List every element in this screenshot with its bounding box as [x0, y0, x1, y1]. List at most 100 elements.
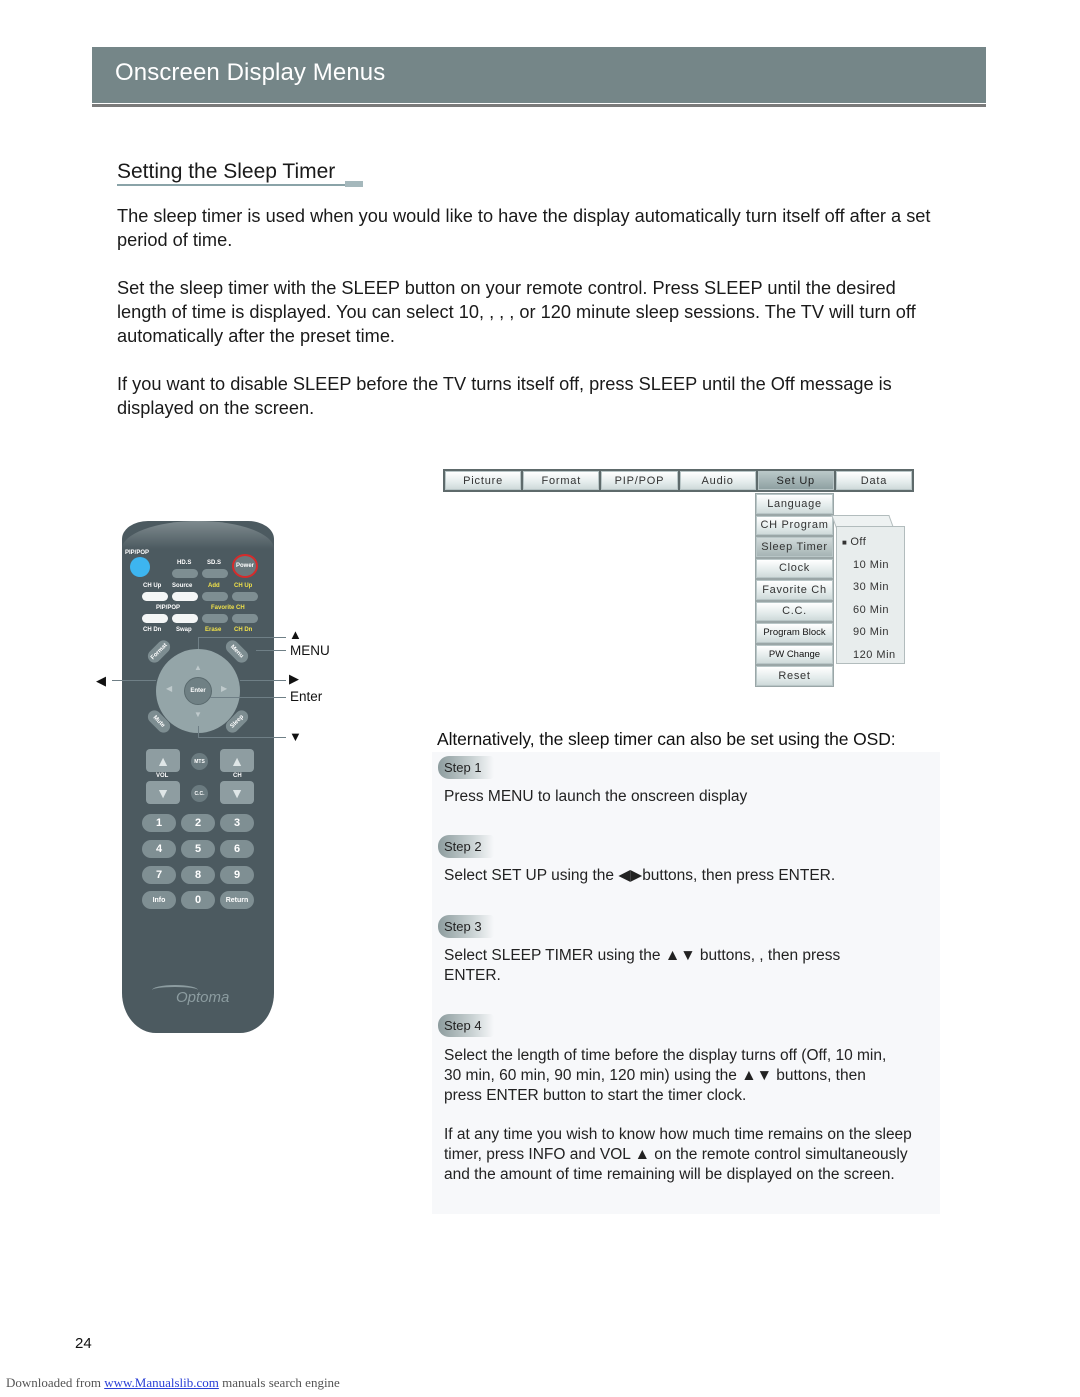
ch-up-2-button[interactable] [232, 592, 258, 601]
osd-item-clock[interactable]: Clock [756, 558, 833, 578]
sleep-option-120[interactable]: 120 Min [837, 644, 904, 667]
step-3-text-start: Select SLEEP TIMER using the [444, 947, 665, 964]
sleep-option-off[interactable]: ■ Off [837, 531, 904, 554]
num-4-button[interactable]: 4 [142, 840, 176, 858]
num-3-button[interactable]: 3 [220, 814, 254, 832]
step-3-badge: Step 3 [438, 915, 494, 938]
up-arrow-icon: ▲ [634, 1146, 650, 1163]
dpad-right-button[interactable]: ▶ [221, 684, 233, 696]
manualslib-link[interactable]: www.Manualslib.com [104, 1375, 219, 1390]
label-enter: Enter [190, 688, 206, 694]
erase-button[interactable] [202, 614, 228, 623]
callout-line-down [198, 737, 286, 738]
ch-dn-2-button[interactable] [232, 614, 258, 623]
page-number: 24 [75, 1335, 92, 1352]
callout-enter-label: Enter [290, 689, 323, 704]
ch-up-button[interactable] [142, 592, 168, 601]
osd-tab-audio[interactable]: Audio [679, 471, 756, 490]
dpad-down-button[interactable]: ▼ [184, 710, 212, 720]
paragraph-set-timer: Set the sleep timer with the SLEEP butto… [117, 278, 916, 346]
header-divider [92, 104, 986, 107]
step-1-badge: Step 1 [438, 756, 494, 779]
callout-line-left [112, 680, 156, 681]
osd-tab-format[interactable]: Format [523, 471, 600, 490]
pip-pop-button[interactable] [130, 557, 150, 577]
add-button[interactable] [202, 592, 228, 601]
sleep-option-30[interactable]: 30 Min [837, 576, 904, 599]
osd-item-favorite-ch[interactable]: Favorite Ch [756, 580, 833, 600]
num-6-button[interactable]: 6 [220, 840, 254, 858]
mts-button[interactable]: MTS [191, 753, 208, 770]
right-arrow-icon: ▶ [289, 671, 299, 686]
sds-button[interactable] [202, 569, 228, 578]
footer-suffix: manuals search engine [218, 1375, 340, 1390]
label-sds: SD.S [207, 560, 222, 566]
num-8-button[interactable]: 8 [181, 866, 215, 884]
cc-button[interactable]: C.C. [191, 785, 208, 802]
num-0-button[interactable]: 0 [181, 891, 215, 909]
callout-line-right [240, 680, 286, 681]
step-3-text: Select SLEEP TIMER using the ▲▼ buttons,… [444, 946, 884, 986]
num-5-button[interactable]: 5 [181, 840, 215, 858]
source-button[interactable] [172, 592, 198, 601]
brand-logo: Optoma [176, 989, 230, 1006]
step-4-text: Select the length of time before the dis… [444, 1046, 904, 1106]
sleep-option-60[interactable]: 60 Min [837, 599, 904, 622]
vol-down-button[interactable]: ▼ [146, 781, 180, 804]
sleep-option-10[interactable]: 10 Min [837, 554, 904, 577]
left-right-arrows-icon: ◀▶ [618, 867, 643, 884]
label-swap: Swap [176, 627, 192, 633]
label-power: Power [236, 563, 255, 569]
callout-line-enter [210, 697, 286, 698]
label-ch-up-1: CH Up [143, 583, 162, 589]
label-pip-pop: PIP/POP [125, 550, 150, 556]
osd-item-reset[interactable]: Reset [756, 666, 833, 686]
enter-button[interactable]: Enter [184, 677, 212, 705]
info-button[interactable]: Info [142, 891, 176, 909]
step-2-badge: Step 2 [438, 835, 494, 858]
step-4-badge: Step 4 [438, 1014, 494, 1037]
osd-item-cc[interactable]: C.C. [756, 601, 833, 621]
section-title: Setting the Sleep Timer [117, 160, 336, 183]
osd-tab-setup[interactable]: Set Up [757, 471, 834, 490]
vol-up-button[interactable]: ▲ [146, 749, 180, 772]
ch-down-arrow-button[interactable]: ▼ [220, 781, 254, 804]
label-vol: VOL [156, 773, 169, 779]
osd-tab-pip-pop[interactable]: PIP/POP [601, 471, 678, 490]
pip-pop-2-button[interactable] [142, 614, 168, 623]
step-2-text: Select SET UP using the ◀▶buttons, then … [444, 866, 914, 886]
paragraph-intro: The sleep timer is used when you would l… [117, 206, 931, 250]
osd-item-program-block[interactable]: Program Block [756, 623, 833, 643]
dpad-left-button[interactable]: ◀ [166, 684, 178, 696]
osd-item-language[interactable]: Language [756, 494, 833, 514]
section-underline-tab [345, 181, 363, 187]
swap-button[interactable] [172, 614, 198, 623]
download-footer: Downloaded from www.Manualslib.com manua… [6, 1375, 340, 1391]
hds-button[interactable] [172, 569, 198, 578]
label-ch-dn-2: CH Dn [234, 627, 253, 633]
osd-steps-heading: Alternatively, the sleep timer can also … [437, 729, 896, 749]
up-arrow-icon: ▲ [289, 627, 302, 642]
ch-up-arrow-button[interactable]: ▲ [220, 749, 254, 772]
step-2-text-start: Select SET UP using the [444, 867, 619, 884]
page-title: Onscreen Display Menus [115, 59, 386, 86]
remote-top-edge [122, 521, 274, 549]
label-pip-pop-mid: PIP/POP [156, 605, 181, 611]
label-ch-dn-1: CH Dn [143, 627, 162, 633]
osd-item-sleep-timer[interactable]: Sleep Timer [756, 537, 833, 557]
down-arrow-icon: ▼ [289, 729, 302, 744]
label-hds: HD.S [177, 560, 192, 566]
label-erase: Erase [205, 627, 222, 633]
osd-tab-picture[interactable]: Picture [445, 471, 522, 490]
num-1-button[interactable]: 1 [142, 814, 176, 832]
num-9-button[interactable]: 9 [220, 866, 254, 884]
sleep-option-90[interactable]: 90 Min [837, 621, 904, 644]
osd-item-pw-change[interactable]: PW Change [756, 644, 833, 664]
dpad-up-button[interactable]: ▲ [184, 663, 212, 673]
osd-item-ch-program[interactable]: CH Program [756, 515, 833, 535]
osd-tab-data[interactable]: Data [835, 471, 913, 490]
num-7-button[interactable]: 7 [142, 866, 176, 884]
num-2-button[interactable]: 2 [181, 814, 215, 832]
step-2-text-end: buttons, then press ENTER. [642, 867, 836, 884]
return-button[interactable]: Return [220, 891, 254, 909]
